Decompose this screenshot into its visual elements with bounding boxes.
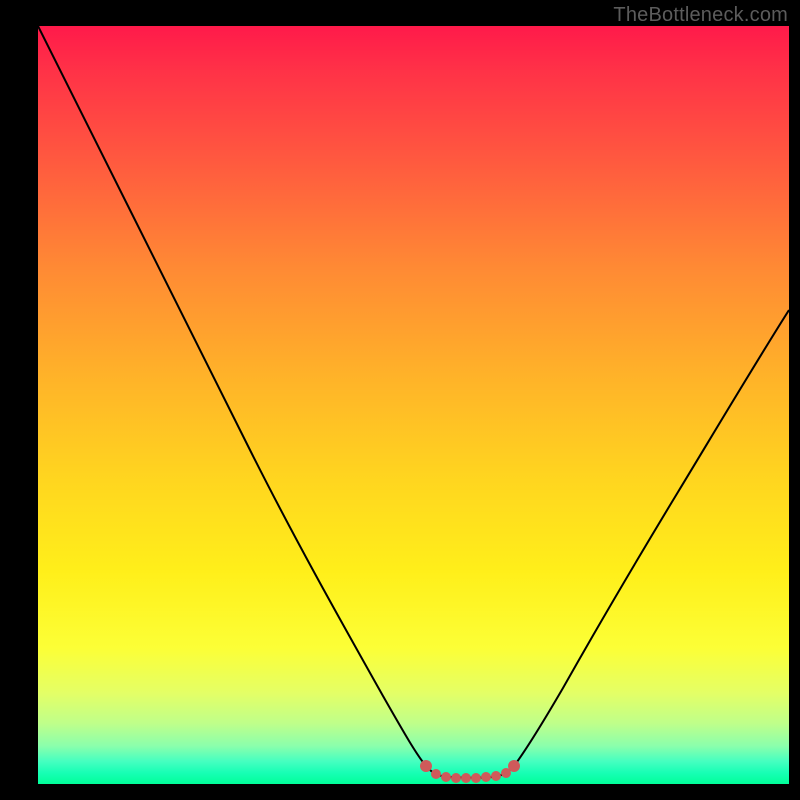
chart-plot-area bbox=[38, 26, 789, 784]
optimal-band-dots bbox=[420, 760, 520, 783]
chart-frame: TheBottleneck.com bbox=[0, 0, 800, 800]
watermark-text: TheBottleneck.com bbox=[613, 4, 788, 27]
chart-svg bbox=[38, 26, 789, 784]
bottleneck-curve bbox=[38, 26, 789, 778]
